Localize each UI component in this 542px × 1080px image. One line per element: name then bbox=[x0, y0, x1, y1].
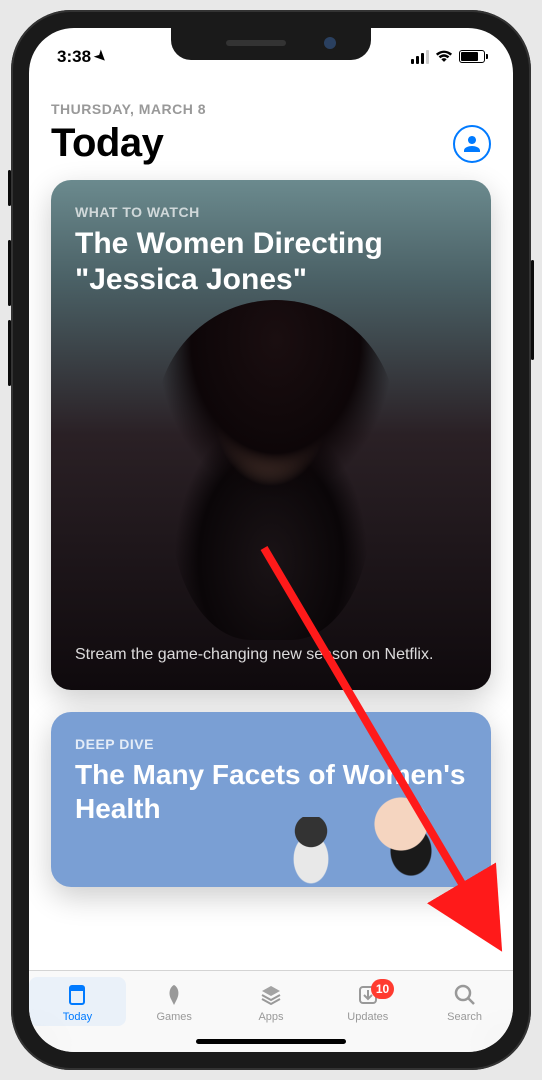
content-scroll[interactable]: THURSDAY, MARCH 8 Today WHAT TO WATCH Th… bbox=[29, 73, 513, 970]
cellular-icon bbox=[411, 50, 429, 64]
card-title: The Women Directing "Jessica Jones" bbox=[75, 226, 467, 298]
person-icon bbox=[460, 132, 484, 156]
volume-down-button bbox=[8, 320, 11, 386]
profile-button[interactable] bbox=[453, 125, 491, 163]
status-right bbox=[411, 50, 485, 64]
notch bbox=[171, 28, 371, 60]
tab-games[interactable]: Games bbox=[126, 977, 223, 1026]
layers-icon bbox=[257, 981, 285, 1009]
phone-frame: 3:38 ➤ THURSDAY, MARCH 8 Today bbox=[11, 10, 531, 1070]
screen: 3:38 ➤ THURSDAY, MARCH 8 Today bbox=[29, 28, 513, 1052]
status-time: 3:38 bbox=[57, 47, 91, 67]
secondary-card[interactable]: DEEP DIVE The Many Facets of Women's Hea… bbox=[51, 712, 491, 887]
card-kicker: DEEP DIVE bbox=[75, 736, 467, 752]
updates-badge: 10 bbox=[371, 979, 394, 999]
rocket-icon bbox=[160, 981, 188, 1009]
header-row: Today bbox=[51, 121, 491, 166]
date-label: THURSDAY, MARCH 8 bbox=[51, 101, 491, 117]
card-kicker: WHAT TO WATCH bbox=[75, 204, 467, 220]
page-title: Today bbox=[51, 121, 163, 166]
today-icon bbox=[63, 981, 91, 1009]
volume-up-button bbox=[8, 240, 11, 306]
illustration bbox=[281, 817, 341, 887]
tab-label: Games bbox=[156, 1011, 191, 1023]
home-indicator[interactable] bbox=[196, 1039, 346, 1044]
card-subtitle: Stream the game-changing new season on N… bbox=[75, 644, 467, 666]
tab-label: Apps bbox=[258, 1011, 283, 1023]
tab-label: Updates bbox=[347, 1011, 388, 1023]
power-button bbox=[531, 260, 534, 360]
tab-label: Today bbox=[63, 1011, 92, 1023]
tab-updates[interactable]: 10 Updates bbox=[319, 977, 416, 1026]
featured-card[interactable]: WHAT TO WATCH The Women Directing "Jessi… bbox=[51, 180, 491, 690]
location-icon: ➤ bbox=[91, 46, 111, 66]
tab-label: Search bbox=[447, 1011, 482, 1023]
status-left: 3:38 ➤ bbox=[57, 47, 107, 67]
card-title: The Many Facets of Women's Health bbox=[75, 758, 467, 825]
silent-switch bbox=[8, 170, 11, 206]
tab-today[interactable]: Today bbox=[29, 977, 126, 1026]
battery-icon bbox=[459, 50, 485, 63]
wifi-icon bbox=[435, 50, 453, 63]
tab-search[interactable]: Search bbox=[416, 977, 513, 1026]
tab-apps[interactable]: Apps bbox=[223, 977, 320, 1026]
search-icon bbox=[451, 981, 479, 1009]
